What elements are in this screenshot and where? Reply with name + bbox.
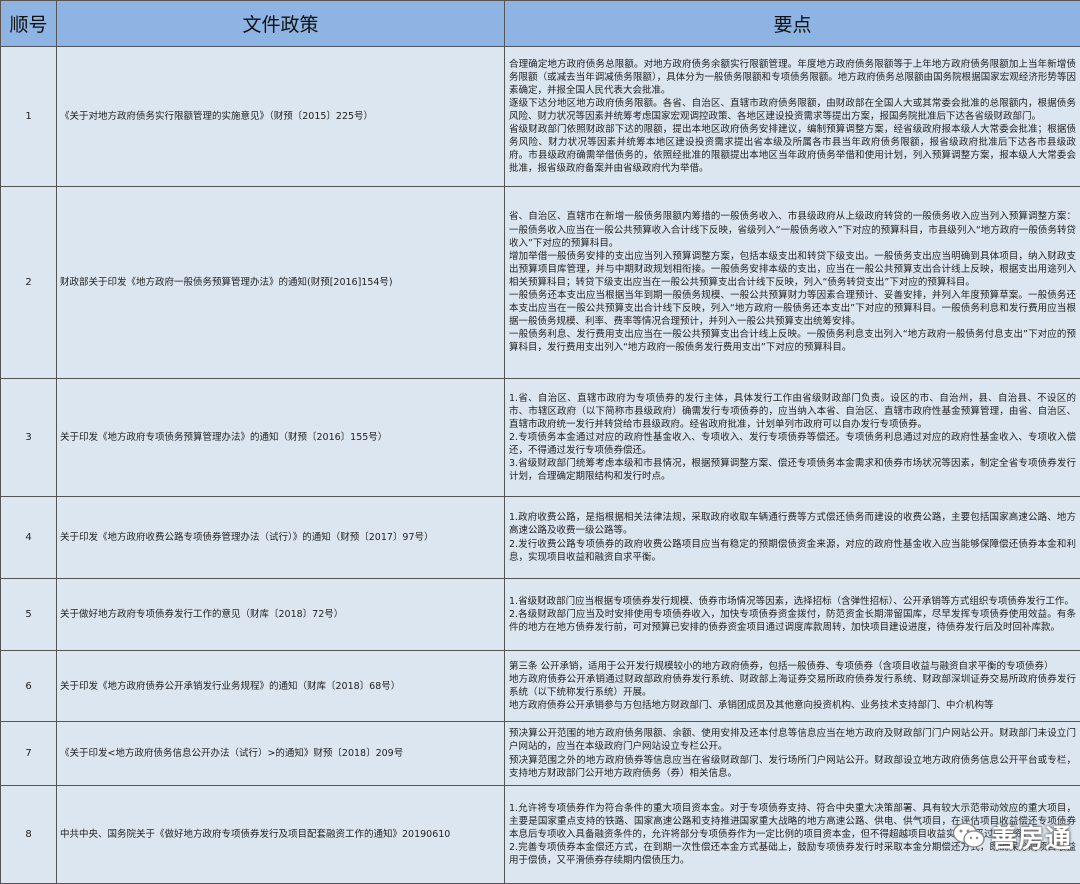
key-points: 合理确定地方政府债务总限额。对地方政府债务余额实行限额管理。年度地方政府债务限额… — [505, 47, 1080, 187]
key-points: 省、自治区、直辖市在新增一般债务限额内筹措的一般债务收入、市县级政府从上级政府转… — [505, 187, 1080, 379]
point-text: 2.完善专项债券本金偿还方式，在到期一次性偿还本金方式基础上，鼓励专项债券发行时… — [509, 841, 1076, 867]
policy-title: 关于印发《地方政府收费公路专项债券管理办法（试行）》的通知（财预〔2017〕97… — [57, 497, 505, 579]
row-number: 4 — [1, 497, 57, 579]
point-text: 2.发行收费公路专项债券的政府收费公路项目应当有稳定的预期偿债资金来源，对应的政… — [509, 538, 1076, 564]
point-text: 一般债务还本支出应当根据当年到期一般债务规模、一般公共预算财力等因素合理预计、妥… — [509, 289, 1076, 328]
policy-title: 《关于印发<地方政府债务信息公开办法（试行）>的通知》财预〔2018〕209号 — [57, 722, 505, 786]
row-number: 3 — [1, 379, 57, 497]
header-row: 顺号 文件政策 要点 — [1, 1, 1080, 47]
table-row: 4 关于印发《地方政府收费公路专项债券管理办法（试行）》的通知（财预〔2017〕… — [1, 497, 1080, 579]
policy-title: 中共中央、国务院关于《做好地方政府专项债券发行及项目配套融资工作的通知》2019… — [57, 786, 505, 884]
table-row: 5 关于做好地方政府专项债券发行工作的意见（财库〔2018〕72号） 1.省级财… — [1, 579, 1080, 651]
point-text: 预决算范围之外的地方政府债券等信息应当在省级财政部门、发行场所门户网站公开。财政… — [509, 754, 1076, 780]
table-row: 8 中共中央、国务院关于《做好地方政府专项债券发行及项目配套融资工作的通知》20… — [1, 786, 1080, 884]
row-number: 5 — [1, 579, 57, 651]
point-text: 1.允许将专项债券作为符合条件的重大项目资本金。对于专项债券支持、符合中央重大决… — [509, 802, 1076, 841]
point-text: 增加举借一般债务安排的支出应当列入预算调整方案，包括本级支出和转贷下级支出。一般… — [509, 250, 1076, 289]
row-number: 7 — [1, 722, 57, 786]
key-points: 预决算公开范围的地方政府债务限额、余额、使用安排及还本付息等信息应当在地方政府及… — [505, 722, 1080, 786]
header-policy: 文件政策 — [57, 1, 505, 47]
policy-title: 关于印发《地方政府专项债务预算管理办法》的通知（财预〔2016〕155号） — [57, 379, 505, 497]
point-text: 1.省级财政部门应当根据专项债券发行规模、债券市场情况等因素，选择招标（含弹性招… — [509, 595, 1076, 608]
point-text: 省级财政部门依照财政部下达的限额，提出本地区政府债务安排建议，编制预算调整方案，… — [509, 123, 1076, 175]
header-number: 顺号 — [1, 1, 57, 47]
key-points: 1.省级财政部门应当根据专项债券发行规模、债券市场情况等因素，选择招标（含弹性招… — [505, 579, 1080, 651]
point-text: 3.省级财政部门统筹考虑本级和市县情况，根据预算调整方案、偿还专项债务本金需求和… — [509, 457, 1076, 483]
row-number: 1 — [1, 47, 57, 187]
point-text: 地方政府债券公开承销参与方包括地方财政部门、承销团成员及其他意向投资机构、业务技… — [509, 699, 1076, 712]
key-points: 1.省、自治区、直辖市政府为专项债券的发行主体，具体发行工作由省级财政部门负责。… — [505, 379, 1080, 497]
point-text: 2.专项债务本金通过对应的政府性基金收入、专项收入、发行专项债券等偿还。专项债务… — [509, 431, 1076, 457]
table-row: 3 关于印发《地方政府专项债务预算管理办法》的通知（财预〔2016〕155号） … — [1, 379, 1080, 497]
key-points: 1.政府收费公路，是指根据相关法律法规，采取政府收取车辆通行费等方式偿还债务而建… — [505, 497, 1080, 579]
table-row: 7 《关于印发<地方政府债务信息公开办法（试行）>的通知》财预〔2018〕209… — [1, 722, 1080, 786]
point-text: 预决算公开范围的地方政府债务限额、余额、使用安排及还本付息等信息应当在地方政府及… — [509, 727, 1076, 753]
key-points: 第三条 公开承销，适用于公开发行规模较小的地方政府债券，包括一般债券、专项债券（… — [505, 651, 1080, 722]
policy-title: 关于印发《地方政府债券公开承销发行业务规程》的通知（财库〔2018〕68号） — [57, 651, 505, 722]
table-row: 2 财政部关于印发《地方政府一般债务预算管理办法》的通知(财预[2016]154… — [1, 187, 1080, 379]
row-number: 6 — [1, 651, 57, 722]
row-number: 2 — [1, 187, 57, 379]
row-number: 8 — [1, 786, 57, 884]
point-text: 省、自治区、直辖市在新增一般债务限额内筹措的一般债务收入、市县级政府从上级政府转… — [509, 210, 1076, 249]
point-text: 逐级下达分地区地方政府债务限额。各省、自治区、直辖市政府债务限额，由财政部在全国… — [509, 97, 1076, 123]
policy-table: 顺号 文件政策 要点 1 《关于对地方政府债务实行限额管理的实施意见》（财预〔2… — [0, 0, 1080, 884]
point-text: 2.各级财政部门应当及时安排使用专项债券收入，加快专项债券资金拨付，防范资金长期… — [509, 608, 1076, 634]
header-points: 要点 — [505, 1, 1080, 47]
point-text: 1.省、自治区、直辖市政府为专项债券的发行主体，具体发行工作由省级财政部门负责。… — [509, 392, 1076, 431]
table-row: 6 关于印发《地方政府债券公开承销发行业务规程》的通知（财库〔2018〕68号）… — [1, 651, 1080, 722]
key-points: 1.允许将专项债券作为符合条件的重大项目资本金。对于专项债券支持、符合中央重大决… — [505, 786, 1080, 884]
point-text: 一般债务利息、发行费用支出应当在一般公共预算支出合计线上反映。一般债务利息支出列… — [509, 328, 1076, 354]
point-text: 地方政府债券公开承销通过财政部政府债券发行系统、财政部上海证券交易所政府债券发行… — [509, 673, 1076, 699]
table-row: 1 《关于对地方政府债务实行限额管理的实施意见》（财预〔2015〕225号） 合… — [1, 47, 1080, 187]
policy-title: 关于做好地方政府专项债券发行工作的意见（财库〔2018〕72号） — [57, 579, 505, 651]
point-text: 合理确定地方政府债务总限额。对地方政府债务余额实行限额管理。年度地方政府债务限额… — [509, 58, 1076, 97]
point-text: 第三条 公开承销，适用于公开发行规模较小的地方政府债券，包括一般债券、专项债券（… — [509, 660, 1076, 673]
policy-title: 《关于对地方政府债务实行限额管理的实施意见》（财预〔2015〕225号） — [57, 47, 505, 187]
policy-title: 财政部关于印发《地方政府一般债务预算管理办法》的通知(财预[2016]154号) — [57, 187, 505, 379]
point-text: 1.政府收费公路，是指根据相关法律法规，采取政府收取车辆通行费等方式偿还债务而建… — [509, 511, 1076, 537]
